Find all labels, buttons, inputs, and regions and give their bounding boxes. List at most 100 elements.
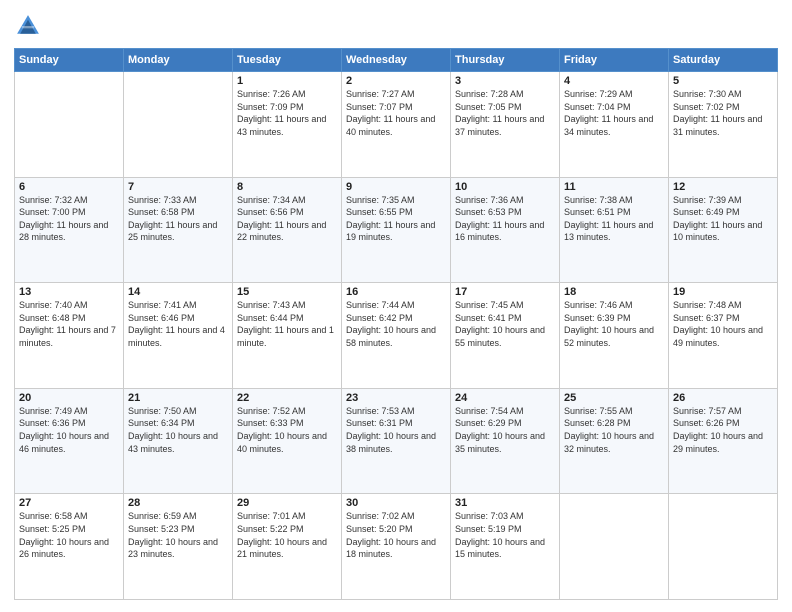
calendar-cell: 7Sunrise: 7:33 AMSunset: 6:58 PMDaylight… xyxy=(124,177,233,283)
day-number: 15 xyxy=(237,286,337,298)
calendar-cell: 20Sunrise: 7:49 AMSunset: 6:36 PMDayligh… xyxy=(15,388,124,494)
calendar-header-row: SundayMondayTuesdayWednesdayThursdayFrid… xyxy=(15,49,778,72)
logo-icon xyxy=(14,12,42,40)
day-number: 9 xyxy=(346,181,446,193)
cell-info: Sunrise: 7:39 AMSunset: 6:49 PMDaylight:… xyxy=(673,194,773,244)
page: SundayMondayTuesdayWednesdayThursdayFrid… xyxy=(0,0,792,612)
day-number: 30 xyxy=(346,497,446,509)
cell-info: Sunrise: 7:01 AMSunset: 5:22 PMDaylight:… xyxy=(237,510,337,560)
day-number: 31 xyxy=(455,497,555,509)
calendar-week-row: 27Sunrise: 6:58 AMSunset: 5:25 PMDayligh… xyxy=(15,494,778,600)
calendar-cell: 5Sunrise: 7:30 AMSunset: 7:02 PMDaylight… xyxy=(669,72,778,178)
calendar-cell xyxy=(124,72,233,178)
day-number: 4 xyxy=(564,75,664,87)
day-number: 20 xyxy=(19,392,119,404)
calendar-cell: 30Sunrise: 7:02 AMSunset: 5:20 PMDayligh… xyxy=(342,494,451,600)
calendar-cell: 25Sunrise: 7:55 AMSunset: 6:28 PMDayligh… xyxy=(560,388,669,494)
day-number: 22 xyxy=(237,392,337,404)
day-number: 8 xyxy=(237,181,337,193)
calendar-cell: 24Sunrise: 7:54 AMSunset: 6:29 PMDayligh… xyxy=(451,388,560,494)
cell-info: Sunrise: 7:44 AMSunset: 6:42 PMDaylight:… xyxy=(346,299,446,349)
calendar-cell: 2Sunrise: 7:27 AMSunset: 7:07 PMDaylight… xyxy=(342,72,451,178)
calendar-cell: 13Sunrise: 7:40 AMSunset: 6:48 PMDayligh… xyxy=(15,283,124,389)
calendar-cell: 1Sunrise: 7:26 AMSunset: 7:09 PMDaylight… xyxy=(233,72,342,178)
weekday-header: Monday xyxy=(124,49,233,72)
calendar-cell: 11Sunrise: 7:38 AMSunset: 6:51 PMDayligh… xyxy=(560,177,669,283)
day-number: 11 xyxy=(564,181,664,193)
cell-info: Sunrise: 7:32 AMSunset: 7:00 PMDaylight:… xyxy=(19,194,119,244)
day-number: 5 xyxy=(673,75,773,87)
calendar-cell: 14Sunrise: 7:41 AMSunset: 6:46 PMDayligh… xyxy=(124,283,233,389)
day-number: 21 xyxy=(128,392,228,404)
calendar-cell: 3Sunrise: 7:28 AMSunset: 7:05 PMDaylight… xyxy=(451,72,560,178)
cell-info: Sunrise: 7:41 AMSunset: 6:46 PMDaylight:… xyxy=(128,299,228,349)
calendar-cell: 17Sunrise: 7:45 AMSunset: 6:41 PMDayligh… xyxy=(451,283,560,389)
calendar-cell: 26Sunrise: 7:57 AMSunset: 6:26 PMDayligh… xyxy=(669,388,778,494)
day-number: 16 xyxy=(346,286,446,298)
calendar-cell xyxy=(560,494,669,600)
day-number: 10 xyxy=(455,181,555,193)
cell-info: Sunrise: 7:26 AMSunset: 7:09 PMDaylight:… xyxy=(237,88,337,138)
cell-info: Sunrise: 7:57 AMSunset: 6:26 PMDaylight:… xyxy=(673,405,773,455)
day-number: 25 xyxy=(564,392,664,404)
cell-info: Sunrise: 7:34 AMSunset: 6:56 PMDaylight:… xyxy=(237,194,337,244)
cell-info: Sunrise: 7:40 AMSunset: 6:48 PMDaylight:… xyxy=(19,299,119,349)
calendar-cell: 23Sunrise: 7:53 AMSunset: 6:31 PMDayligh… xyxy=(342,388,451,494)
cell-info: Sunrise: 6:59 AMSunset: 5:23 PMDaylight:… xyxy=(128,510,228,560)
day-number: 13 xyxy=(19,286,119,298)
day-number: 1 xyxy=(237,75,337,87)
logo xyxy=(14,12,46,40)
weekday-header: Sunday xyxy=(15,49,124,72)
calendar-cell: 16Sunrise: 7:44 AMSunset: 6:42 PMDayligh… xyxy=(342,283,451,389)
calendar-cell: 12Sunrise: 7:39 AMSunset: 6:49 PMDayligh… xyxy=(669,177,778,283)
cell-info: Sunrise: 7:49 AMSunset: 6:36 PMDaylight:… xyxy=(19,405,119,455)
cell-info: Sunrise: 6:58 AMSunset: 5:25 PMDaylight:… xyxy=(19,510,119,560)
calendar-cell: 31Sunrise: 7:03 AMSunset: 5:19 PMDayligh… xyxy=(451,494,560,600)
day-number: 26 xyxy=(673,392,773,404)
calendar-week-row: 1Sunrise: 7:26 AMSunset: 7:09 PMDaylight… xyxy=(15,72,778,178)
calendar-table: SundayMondayTuesdayWednesdayThursdayFrid… xyxy=(14,48,778,600)
cell-info: Sunrise: 7:02 AMSunset: 5:20 PMDaylight:… xyxy=(346,510,446,560)
weekday-header: Saturday xyxy=(669,49,778,72)
calendar-cell: 21Sunrise: 7:50 AMSunset: 6:34 PMDayligh… xyxy=(124,388,233,494)
cell-info: Sunrise: 7:50 AMSunset: 6:34 PMDaylight:… xyxy=(128,405,228,455)
calendar-cell: 28Sunrise: 6:59 AMSunset: 5:23 PMDayligh… xyxy=(124,494,233,600)
calendar-cell: 27Sunrise: 6:58 AMSunset: 5:25 PMDayligh… xyxy=(15,494,124,600)
weekday-header: Thursday xyxy=(451,49,560,72)
calendar-cell: 19Sunrise: 7:48 AMSunset: 6:37 PMDayligh… xyxy=(669,283,778,389)
calendar-cell: 8Sunrise: 7:34 AMSunset: 6:56 PMDaylight… xyxy=(233,177,342,283)
cell-info: Sunrise: 7:54 AMSunset: 6:29 PMDaylight:… xyxy=(455,405,555,455)
cell-info: Sunrise: 7:46 AMSunset: 6:39 PMDaylight:… xyxy=(564,299,664,349)
calendar-cell xyxy=(669,494,778,600)
day-number: 19 xyxy=(673,286,773,298)
calendar-week-row: 6Sunrise: 7:32 AMSunset: 7:00 PMDaylight… xyxy=(15,177,778,283)
weekday-header: Wednesday xyxy=(342,49,451,72)
cell-info: Sunrise: 7:55 AMSunset: 6:28 PMDaylight:… xyxy=(564,405,664,455)
day-number: 7 xyxy=(128,181,228,193)
day-number: 23 xyxy=(346,392,446,404)
cell-info: Sunrise: 7:52 AMSunset: 6:33 PMDaylight:… xyxy=(237,405,337,455)
calendar-week-row: 13Sunrise: 7:40 AMSunset: 6:48 PMDayligh… xyxy=(15,283,778,389)
cell-info: Sunrise: 7:53 AMSunset: 6:31 PMDaylight:… xyxy=(346,405,446,455)
day-number: 17 xyxy=(455,286,555,298)
day-number: 6 xyxy=(19,181,119,193)
cell-info: Sunrise: 7:03 AMSunset: 5:19 PMDaylight:… xyxy=(455,510,555,560)
day-number: 14 xyxy=(128,286,228,298)
weekday-header: Friday xyxy=(560,49,669,72)
cell-info: Sunrise: 7:33 AMSunset: 6:58 PMDaylight:… xyxy=(128,194,228,244)
day-number: 28 xyxy=(128,497,228,509)
header xyxy=(14,12,778,40)
calendar-cell: 9Sunrise: 7:35 AMSunset: 6:55 PMDaylight… xyxy=(342,177,451,283)
calendar-cell xyxy=(15,72,124,178)
day-number: 29 xyxy=(237,497,337,509)
calendar-cell: 29Sunrise: 7:01 AMSunset: 5:22 PMDayligh… xyxy=(233,494,342,600)
cell-info: Sunrise: 7:43 AMSunset: 6:44 PMDaylight:… xyxy=(237,299,337,349)
cell-info: Sunrise: 7:30 AMSunset: 7:02 PMDaylight:… xyxy=(673,88,773,138)
calendar-cell: 4Sunrise: 7:29 AMSunset: 7:04 PMDaylight… xyxy=(560,72,669,178)
cell-info: Sunrise: 7:28 AMSunset: 7:05 PMDaylight:… xyxy=(455,88,555,138)
day-number: 24 xyxy=(455,392,555,404)
cell-info: Sunrise: 7:48 AMSunset: 6:37 PMDaylight:… xyxy=(673,299,773,349)
cell-info: Sunrise: 7:45 AMSunset: 6:41 PMDaylight:… xyxy=(455,299,555,349)
calendar-cell: 18Sunrise: 7:46 AMSunset: 6:39 PMDayligh… xyxy=(560,283,669,389)
day-number: 18 xyxy=(564,286,664,298)
